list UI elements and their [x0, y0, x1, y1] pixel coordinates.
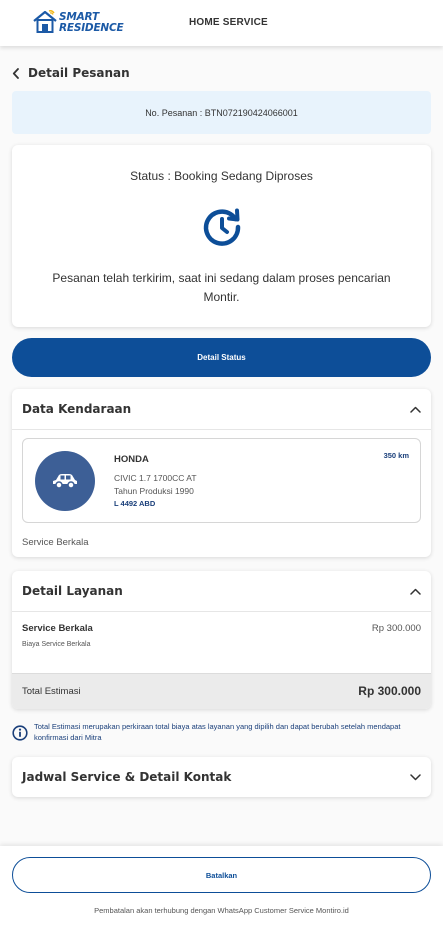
chevron-up-icon[interactable] — [410, 588, 421, 595]
info-note-text: Total Estimasi merupakan perkiraan total… — [34, 722, 401, 742]
schedule-section-title: Jadwal Service & Detail Kontak — [22, 770, 232, 784]
cancel-button[interactable]: Batalkan — [12, 857, 431, 893]
service-detail-section: Detail Layanan Service Berkala Rp 300.00… — [12, 571, 431, 709]
estimate-info-note: Total Estimasi merupakan perkiraan total… — [12, 719, 431, 749]
chevron-down-icon[interactable] — [410, 773, 421, 781]
back-navigation[interactable]: Detail Pesanan — [12, 66, 130, 80]
info-icon — [12, 725, 28, 741]
vehicle-data-section: Data Kendaraan HONDA CIVIC 1.7 1700CC AT… — [12, 389, 431, 557]
vehicle-card[interactable]: HONDA CIVIC 1.7 1700CC AT Tahun Produksi… — [22, 438, 421, 523]
page-title: Detail Pesanan — [28, 66, 130, 80]
logo-text-line2: RESIDENCE — [59, 22, 124, 34]
clock-refresh-icon — [203, 208, 241, 246]
vehicle-plate: L 4492 ABD — [114, 499, 156, 508]
vehicle-model: CIVIC 1.7 1700CC AT — [114, 473, 197, 483]
service-section-title: Detail Layanan — [22, 584, 123, 598]
vehicle-brand: HONDA — [114, 454, 149, 465]
status-message: Pesanan telah terkirim, saat ini sedang … — [52, 271, 391, 304]
service-type-label: Service Berkala — [22, 537, 89, 548]
cancel-note: Pembatalan akan terhubung dengan WhatsAp… — [94, 906, 349, 915]
total-estimate-label: Total Estimasi — [22, 686, 81, 697]
vehicle-mileage: 350 km — [383, 451, 409, 460]
section-divider — [12, 429, 431, 430]
order-number-text: No. Pesanan : BTN072190424066001 — [145, 107, 298, 118]
chevron-up-icon[interactable] — [410, 406, 421, 413]
status-label: Status : Booking Sedang Diproses — [130, 169, 313, 183]
status-card: Status : Booking Sedang Diproses Pesanan… — [12, 145, 431, 327]
chevron-left-icon[interactable] — [12, 67, 20, 79]
vehicle-year: Tahun Produksi 1990 — [114, 486, 194, 496]
detail-status-button[interactable]: Detail Status — [12, 338, 431, 377]
service-section-header[interactable]: Detail Layanan — [22, 571, 421, 611]
bottom-action-bar: Batalkan Pembatalan akan terhubung denga… — [0, 846, 443, 928]
house-logo-icon — [33, 10, 57, 33]
service-item-description: Biaya Service Berkala — [22, 641, 91, 648]
schedule-contact-section[interactable]: Jadwal Service & Detail Kontak — [12, 757, 431, 797]
top-bar: SMART RESIDENCE HOME SERVICE — [0, 0, 443, 46]
service-item-name: Service Berkala — [22, 623, 93, 634]
order-number-box: No. Pesanan : BTN072190424066001 — [12, 91, 431, 134]
service-item-price: Rp 300.000 — [371, 623, 421, 634]
car-icon — [53, 474, 77, 489]
car-avatar — [35, 451, 95, 511]
vehicle-section-header[interactable]: Data Kendaraan — [22, 389, 421, 429]
main-content: Detail Pesanan No. Pesanan : BTN07219042… — [0, 46, 443, 928]
total-estimate-value: Rp 300.000 — [358, 684, 421, 698]
vehicle-section-title: Data Kendaraan — [22, 402, 132, 416]
total-estimate-bar: Total Estimasi Rp 300.000 — [12, 673, 431, 709]
nav-title-home-service[interactable]: HOME SERVICE — [189, 17, 268, 28]
smart-residence-logo[interactable]: SMART RESIDENCE — [32, 9, 124, 37]
section-divider — [12, 611, 431, 612]
schedule-section-header[interactable]: Jadwal Service & Detail Kontak — [22, 757, 421, 797]
